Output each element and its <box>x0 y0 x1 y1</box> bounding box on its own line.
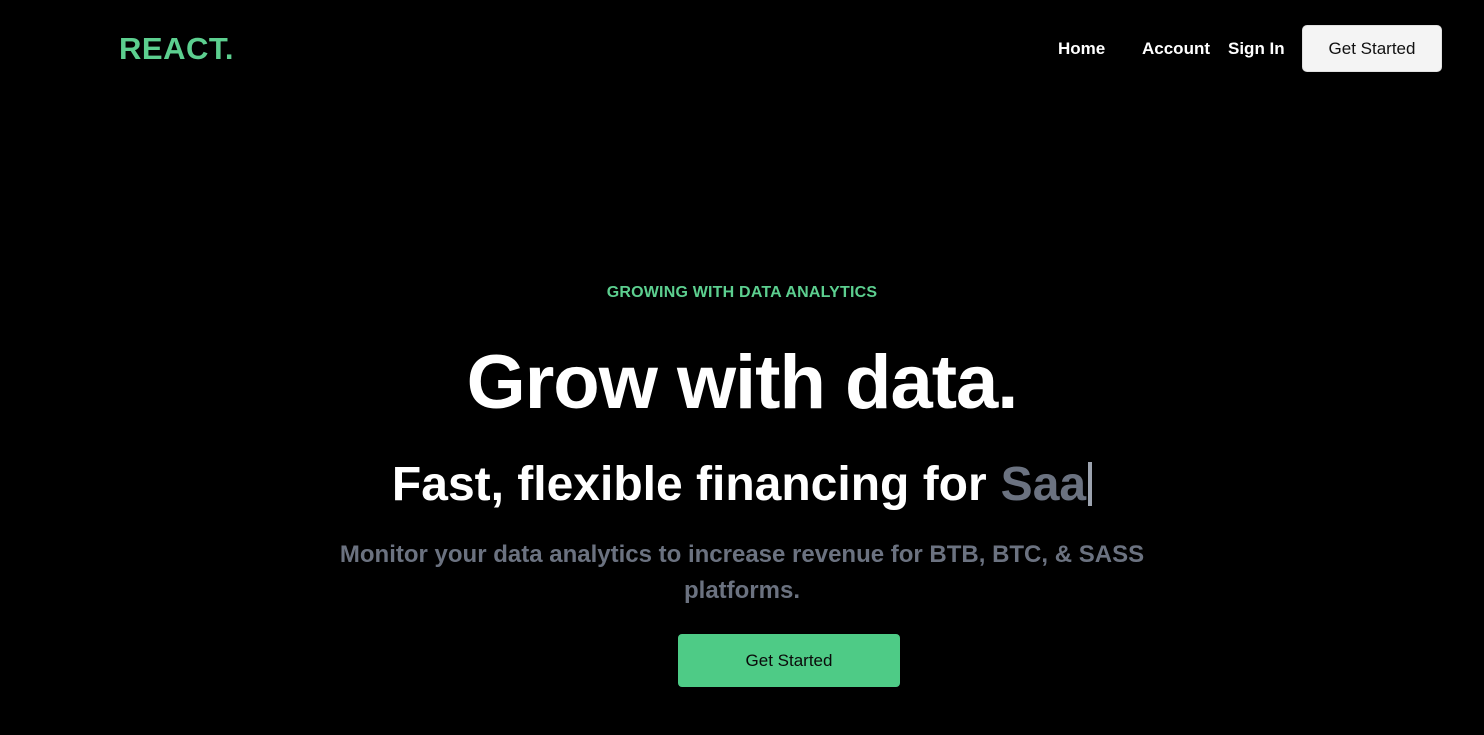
hero-subline: Fast, flexible financing for Saa <box>0 456 1484 514</box>
hero-eyebrow: GROWING WITH DATA ANALYTICS <box>606 284 878 301</box>
hero-description-line-1: Monitor your data analytics to increase … <box>339 541 1145 568</box>
nav-link-sign-in[interactable]: Sign In <box>1228 38 1285 60</box>
brand-logo[interactable]: REACT. <box>119 30 234 68</box>
hero-description: Monitor your data analytics to increase … <box>0 537 1484 609</box>
landing-page: REACT. Home Account Sign In Get Started … <box>0 0 1484 735</box>
hero-description-line-2: platforms. <box>683 577 800 604</box>
hero-get-started-button[interactable]: Get Started <box>678 634 900 687</box>
nav-link-account[interactable]: Account <box>1142 38 1210 60</box>
nav-link-home[interactable]: Home <box>1058 38 1105 60</box>
hero-headline: Grow with data. <box>466 340 1019 425</box>
hero-subline-static: Fast, flexible financing for <box>391 458 987 511</box>
header-get-started-button[interactable]: Get Started <box>1302 25 1442 72</box>
typing-cursor <box>1088 462 1093 506</box>
hero-typed-text: Saa <box>1000 458 1087 511</box>
